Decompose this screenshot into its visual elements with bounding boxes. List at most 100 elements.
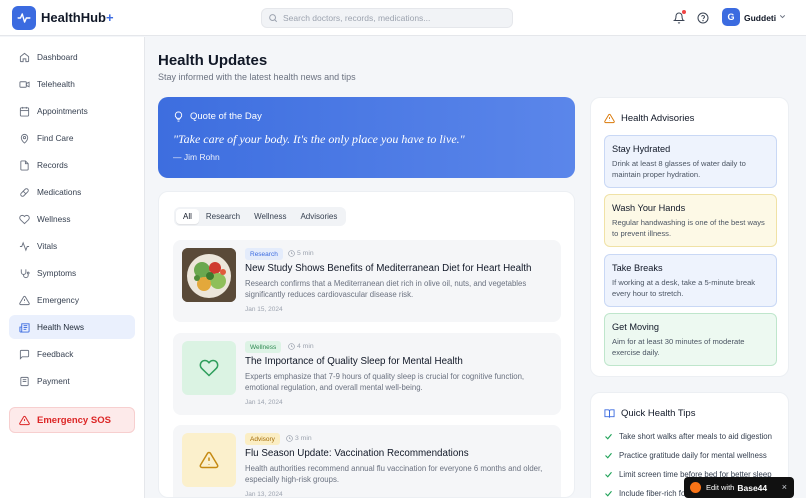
quote-author: — Jim Rohn: [173, 152, 220, 162]
read-time: 5 min: [288, 250, 314, 257]
sidebar-item-label: Health News: [37, 322, 85, 332]
sidebar-item-label: Telehealth: [37, 79, 75, 89]
category-badge: Research: [245, 248, 283, 260]
help-icon[interactable]: [696, 11, 710, 25]
user-name[interactable]: Guddeti: [744, 13, 776, 23]
notification-bell-icon[interactable]: [672, 10, 686, 25]
advisory-text: If working at a desk, take a 5-minute br…: [612, 278, 756, 298]
sidebar-item-label: Vitals: [37, 241, 58, 251]
news-tabs: All Research Wellness Advisories: [174, 207, 347, 226]
page-subtitle: Stay informed with the latest health new…: [158, 72, 356, 82]
receipt-icon: [18, 375, 30, 387]
advisory-text: Drink at least 8 glasses of water daily …: [612, 159, 746, 179]
search-bar[interactable]: [261, 8, 513, 28]
quote-text: "Take care of your body. It's the only p…: [173, 132, 465, 146]
article-description: Experts emphasize that 7-9 hours of qual…: [245, 372, 525, 392]
sidebar-item-vitals[interactable]: Vitals: [9, 234, 135, 258]
alert-triangle-icon: [604, 113, 615, 124]
tip-item: Practice gratitude daily for mental well…: [604, 451, 767, 460]
close-icon[interactable]: ×: [782, 482, 787, 492]
advisory-card[interactable]: Wash Your Hands Regular handwashing is o…: [604, 194, 777, 247]
message-icon: [18, 348, 30, 360]
sidebar-item-label: Payment: [37, 376, 70, 386]
sidebar-item-feedback[interactable]: Feedback: [9, 342, 135, 366]
video-icon: [18, 78, 30, 90]
sidebar-item-telehealth[interactable]: Telehealth: [9, 72, 135, 96]
sidebar-item-health-news[interactable]: Health News: [9, 315, 135, 339]
sidebar-item-find-care[interactable]: Find Care: [9, 126, 135, 150]
sidebar-item-dashboard[interactable]: Dashboard: [9, 45, 135, 69]
tab-research[interactable]: Research: [199, 209, 247, 224]
advisory-title: Wash Your Hands: [612, 203, 686, 213]
article-title[interactable]: The Importance of Quality Sleep for Ment…: [245, 356, 463, 367]
article-date: Jan 15, 2024: [245, 306, 283, 313]
emergency-sos-button[interactable]: Emergency SOS: [9, 407, 135, 433]
advisories-heading: Health Advisories: [604, 113, 694, 124]
pill-icon: [18, 186, 30, 198]
news-panel: All Research Wellness Advisories Researc…: [158, 191, 575, 498]
avatar[interactable]: G: [722, 8, 740, 26]
app-name[interactable]: HealthHub+: [41, 10, 114, 25]
sidebar-item-payment[interactable]: Payment: [9, 369, 135, 393]
check-icon: [604, 470, 613, 479]
article-card[interactable]: Wellness 4 min The Importance of Quality…: [173, 333, 561, 415]
sos-label: Emergency SOS: [37, 414, 111, 426]
tips-heading: Quick Health Tips: [604, 408, 695, 419]
advisory-card[interactable]: Get Moving Aim for at least 30 minutes o…: [604, 313, 777, 366]
edit-with-base44-button[interactable]: Edit with Base44 ×: [684, 477, 794, 498]
sidebar-item-appointments[interactable]: Appointments: [9, 99, 135, 123]
page-title: Health Updates: [158, 52, 268, 69]
clock-icon: [288, 250, 295, 257]
category-badge: Advisory: [245, 433, 280, 445]
check-icon: [604, 451, 613, 460]
chevron-down-icon[interactable]: [778, 12, 787, 21]
advisory-card[interactable]: Stay Hydrated Drink at least 8 glasses o…: [604, 135, 777, 188]
article-description: Health authorities recommend annual flu …: [245, 464, 543, 484]
read-time: 3 min: [286, 435, 312, 442]
tab-wellness[interactable]: Wellness: [247, 209, 293, 224]
advisories-panel: Health Advisories Stay Hydrated Drink at…: [590, 97, 789, 377]
alert-triangle-icon: [19, 415, 30, 426]
map-pin-icon: [18, 132, 30, 144]
article-title[interactable]: New Study Shows Benefits of Mediterranea…: [245, 263, 531, 274]
quote-card: Quote of the Day "Take care of your body…: [158, 97, 575, 178]
file-icon: [18, 159, 30, 171]
tab-all[interactable]: All: [176, 209, 199, 224]
sidebar-item-label: Appointments: [37, 106, 88, 116]
sidebar-item-wellness[interactable]: Wellness: [9, 207, 135, 231]
sidebar-item-label: Symptoms: [37, 268, 77, 278]
sidebar-item-records[interactable]: Records: [9, 153, 135, 177]
alert-triangle-icon: [18, 294, 30, 306]
article-image: [182, 248, 236, 302]
search-icon: [269, 14, 278, 23]
advisory-title: Stay Hydrated: [612, 144, 671, 154]
clock-icon: [286, 435, 293, 442]
sidebar-item-symptoms[interactable]: Symptoms: [9, 261, 135, 285]
check-icon: [604, 432, 613, 441]
article-date: Jan 14, 2024: [245, 399, 283, 406]
lightbulb-icon: [173, 111, 184, 122]
check-icon: [604, 489, 613, 498]
article-title[interactable]: Flu Season Update: Vaccination Recommend…: [245, 448, 469, 459]
article-card[interactable]: Advisory 3 min Flu Season Update: Vaccin…: [173, 425, 561, 497]
newspaper-icon: [18, 321, 30, 333]
sidebar: Dashboard Telehealth Appointments Find C…: [0, 37, 145, 498]
advisory-text: Aim for at least 30 minutes of moderate …: [612, 337, 745, 357]
advisory-title: Get Moving: [612, 322, 659, 332]
sidebar-item-emergency[interactable]: Emergency: [9, 288, 135, 312]
stethoscope-icon: [18, 267, 30, 279]
sidebar-item-label: Wellness: [37, 214, 71, 224]
read-time: 4 min: [288, 343, 314, 350]
sidebar-item-medications[interactable]: Medications: [9, 180, 135, 204]
tab-advisories[interactable]: Advisories: [293, 209, 344, 224]
tip-item: Take short walks after meals to aid dige…: [604, 432, 772, 441]
advisory-card[interactable]: Take Breaks If working at a desk, take a…: [604, 254, 777, 307]
heart-icon: [182, 341, 236, 395]
article-card[interactable]: Research 5 min New Study Shows Benefits …: [173, 240, 561, 322]
calendar-icon: [18, 105, 30, 117]
search-input[interactable]: [283, 13, 503, 23]
article-description: Research confirms that a Mediterranean d…: [245, 279, 527, 299]
logo-icon[interactable]: [12, 6, 36, 30]
category-badge: Wellness: [245, 341, 282, 353]
home-icon: [18, 51, 30, 63]
